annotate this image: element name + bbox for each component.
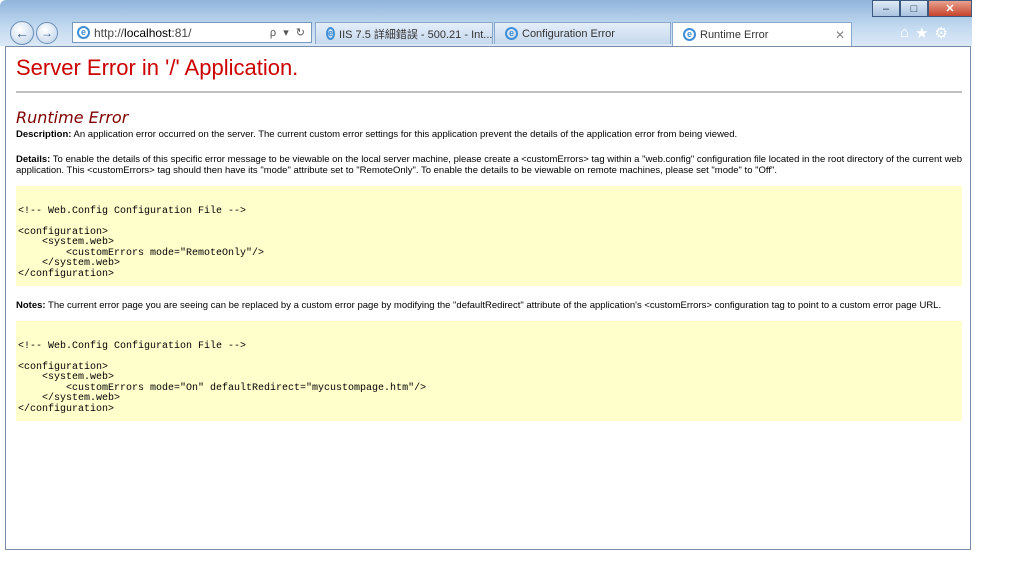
minimize-button[interactable]: –: [872, 0, 900, 17]
title-divider: [16, 91, 962, 93]
tab-strip: e IIS 7.5 詳細錯誤 - 500.21 - Int... e Confi…: [315, 22, 853, 46]
tab-title: Runtime Error: [700, 28, 769, 41]
tab-title: IIS 7.5 詳細錯誤 - 500.21 - Int...: [339, 28, 493, 41]
notes-label: Notes:: [16, 300, 46, 311]
description-paragraph: Description: An application error occurr…: [16, 129, 962, 140]
url-host: localhost: [124, 25, 172, 40]
tab-configuration-error[interactable]: e Configuration Error: [494, 22, 671, 44]
ie-page-icon: e: [505, 27, 518, 40]
desktop-background: [0, 550, 972, 576]
config-code-block-remoteonly: <!-- Web.Config Configuration File --> <…: [16, 186, 962, 286]
address-url[interactable]: http://localhost:81/: [94, 26, 270, 40]
maximize-button[interactable]: □: [900, 0, 928, 17]
config-code-block-custom-redirect: <!-- Web.Config Configuration File --> <…: [16, 321, 962, 421]
error-page-content: Server Error in '/' Application. Runtime…: [16, 55, 962, 421]
tools-gear-icon[interactable]: ⚙: [935, 24, 948, 42]
details-text: To enable the details of this specific e…: [16, 154, 962, 176]
tab-runtime-error[interactable]: e Runtime Error ✕: [672, 22, 852, 46]
page-viewport: Server Error in '/' Application. Runtime…: [5, 46, 971, 550]
browser-command-icons: ⌂ ★ ⚙: [900, 24, 948, 42]
tab-title: Configuration Error: [522, 27, 615, 40]
browser-chrome: – □ ✕ ← → e http://localhost:81/ ρ ▾ ↻ e…: [0, 0, 972, 46]
ie-page-icon: e: [326, 27, 336, 40]
description-label: Description:: [16, 129, 72, 140]
address-bar[interactable]: e http://localhost:81/ ρ ▾ ↻: [72, 22, 312, 43]
home-icon[interactable]: ⌂: [900, 24, 909, 42]
close-tab-icon[interactable]: ✕: [829, 28, 845, 42]
url-port-path: :81/: [171, 25, 192, 40]
ie-page-icon: e: [77, 26, 90, 39]
details-paragraph: Details: To enable the details of this s…: [16, 154, 962, 176]
forward-arrow-icon[interactable]: →: [36, 22, 58, 44]
url-scheme: http://: [94, 25, 125, 40]
page-title: Server Error in '/' Application.: [16, 55, 299, 80]
notes-paragraph: Notes: The current error page you are se…: [16, 300, 962, 311]
notes-text: The current error page you are seeing ca…: [45, 300, 942, 311]
details-label: Details:: [16, 154, 51, 165]
tab-iis-error[interactable]: e IIS 7.5 詳細錯誤 - 500.21 - Int...: [315, 22, 493, 44]
address-tools-icons[interactable]: ρ ▾ ↻: [270, 26, 311, 39]
description-text: An application error occurred on the ser…: [71, 129, 738, 140]
navigation-buttons: ← →: [10, 21, 60, 45]
error-subtitle: Runtime Error: [16, 108, 129, 127]
window-caption-buttons: – □ ✕: [872, 0, 972, 17]
back-arrow-icon[interactable]: ←: [10, 21, 34, 45]
favorites-star-icon[interactable]: ★: [915, 24, 928, 42]
close-window-button[interactable]: ✕: [928, 0, 972, 17]
ie-page-icon: e: [683, 28, 696, 41]
